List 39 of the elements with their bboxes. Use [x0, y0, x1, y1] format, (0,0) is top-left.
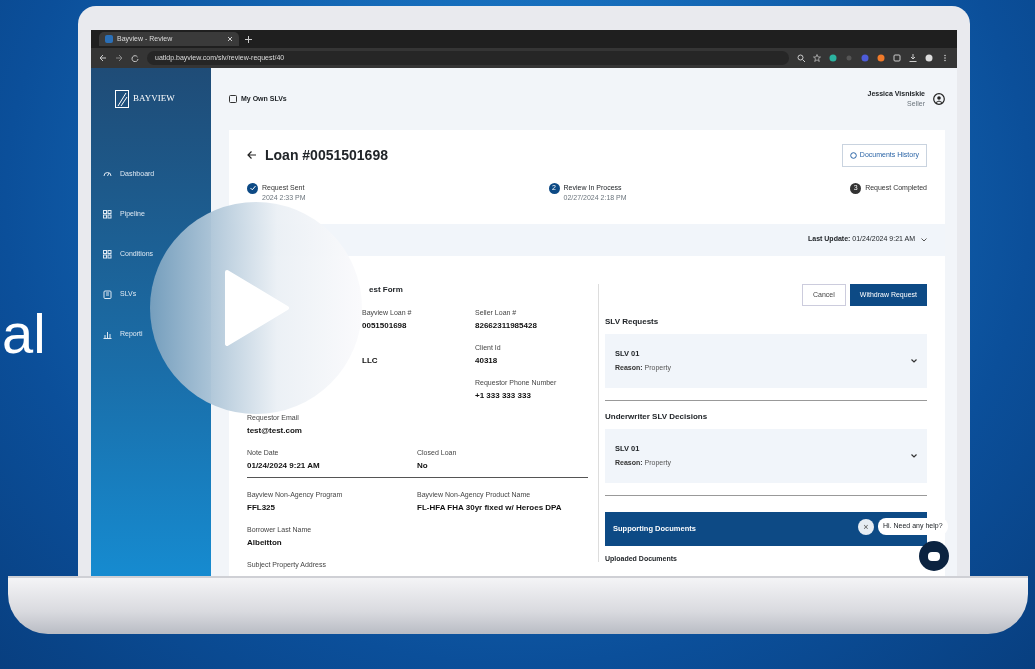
clipboard-icon: [103, 289, 112, 299]
gauge-icon: [103, 169, 112, 179]
back-icon[interactable]: [99, 54, 107, 62]
section-heading: Underwriter SLV Decisions: [605, 411, 709, 423]
field-value: FL-HFA FHA 30yr fixed w/ Heroes DPA: [417, 501, 563, 514]
field-value: Albeitton: [247, 536, 283, 549]
headline-text: al: [2, 306, 46, 362]
logo-icon: [115, 90, 129, 108]
field-value: 01/24/2024 9:21 AM: [247, 459, 321, 472]
new-tab-icon[interactable]: [245, 35, 252, 43]
form-title: est Form: [369, 283, 404, 296]
field-value: LLC: [362, 354, 379, 367]
star-icon[interactable]: [813, 54, 821, 62]
zoom-icon[interactable]: [797, 54, 805, 62]
field-value: FFL325: [247, 501, 276, 514]
grid-icon: [103, 249, 112, 259]
favicon-icon: [105, 35, 113, 43]
reload-icon[interactable]: [131, 54, 139, 62]
field-value: 82662311985428: [475, 319, 538, 332]
profile-icon[interactable]: [925, 54, 933, 62]
field-value: test@test.com: [247, 424, 303, 437]
field-value: +1 333 333 333: [475, 389, 532, 402]
menu-icon[interactable]: [941, 54, 949, 62]
download-icon[interactable]: [909, 54, 917, 62]
field-value: No: [417, 459, 429, 472]
play-icon: [223, 270, 289, 346]
field-value: 0051501698: [362, 319, 408, 332]
chevron-down-icon[interactable]: [921, 237, 927, 242]
back-arrow-icon[interactable]: [247, 150, 257, 161]
forward-icon[interactable]: [115, 54, 123, 62]
avatar-icon[interactable]: [933, 93, 945, 105]
page-title: Loan #0051501698: [265, 145, 389, 165]
logo-text: BAYVIEW: [133, 92, 175, 106]
chat-bubble-icon: [928, 551, 940, 561]
close-icon[interactable]: [227, 36, 233, 42]
chart-icon: [103, 329, 112, 339]
grid-icon: [103, 209, 112, 219]
section-heading: SLV Requests: [605, 316, 660, 328]
field-value: 40318: [475, 354, 499, 367]
